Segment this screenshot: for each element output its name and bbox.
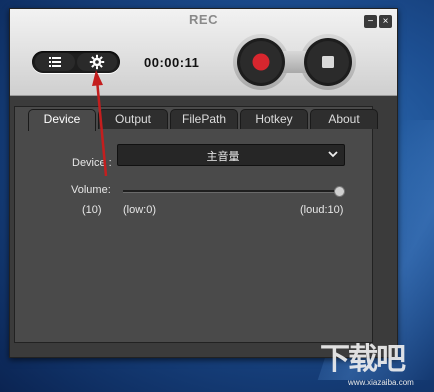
list-icon [49,57,61,67]
elapsed-timer: 00:00:11 [144,55,200,70]
tab-panel [14,106,373,343]
device-label: Device : [72,157,112,169]
stop-icon [322,56,334,68]
record-icon [252,53,270,71]
record-controls [232,33,360,91]
settings-button[interactable] [77,53,117,71]
close-button[interactable]: × [379,15,392,28]
minimize-button[interactable]: − [364,15,377,28]
window-title: REC [189,12,218,27]
watermark-logo: 下载吧 [320,343,406,376]
tab-output[interactable]: Output [98,109,168,129]
device-select[interactable]: 主音量 [117,144,345,166]
gear-icon [89,54,105,70]
watermark-url: www.xiazaiba.com [348,378,414,387]
volume-value: (10) [82,204,102,216]
record-button[interactable] [236,37,286,87]
volume-loud-label: (loud:10) [300,204,344,216]
volume-slider-track[interactable] [123,190,338,193]
toolbar-pill [32,51,120,73]
stop-button[interactable] [303,37,353,87]
tab-hotkey[interactable]: Hotkey [240,109,308,129]
volume-label: Volume: [71,184,111,196]
device-selected-value: 主音量 [206,151,240,163]
tab-device[interactable]: Device [28,109,96,131]
chevron-down-icon [328,151,338,158]
volume-slider-thumb[interactable] [334,186,345,197]
list-button[interactable] [35,53,75,71]
toolbar: REC − × 00:00:11 [10,9,397,96]
volume-low-label: (low:0) [123,204,157,216]
tab-filepath[interactable]: FilePath [170,109,238,129]
tab-about[interactable]: About [310,109,378,129]
